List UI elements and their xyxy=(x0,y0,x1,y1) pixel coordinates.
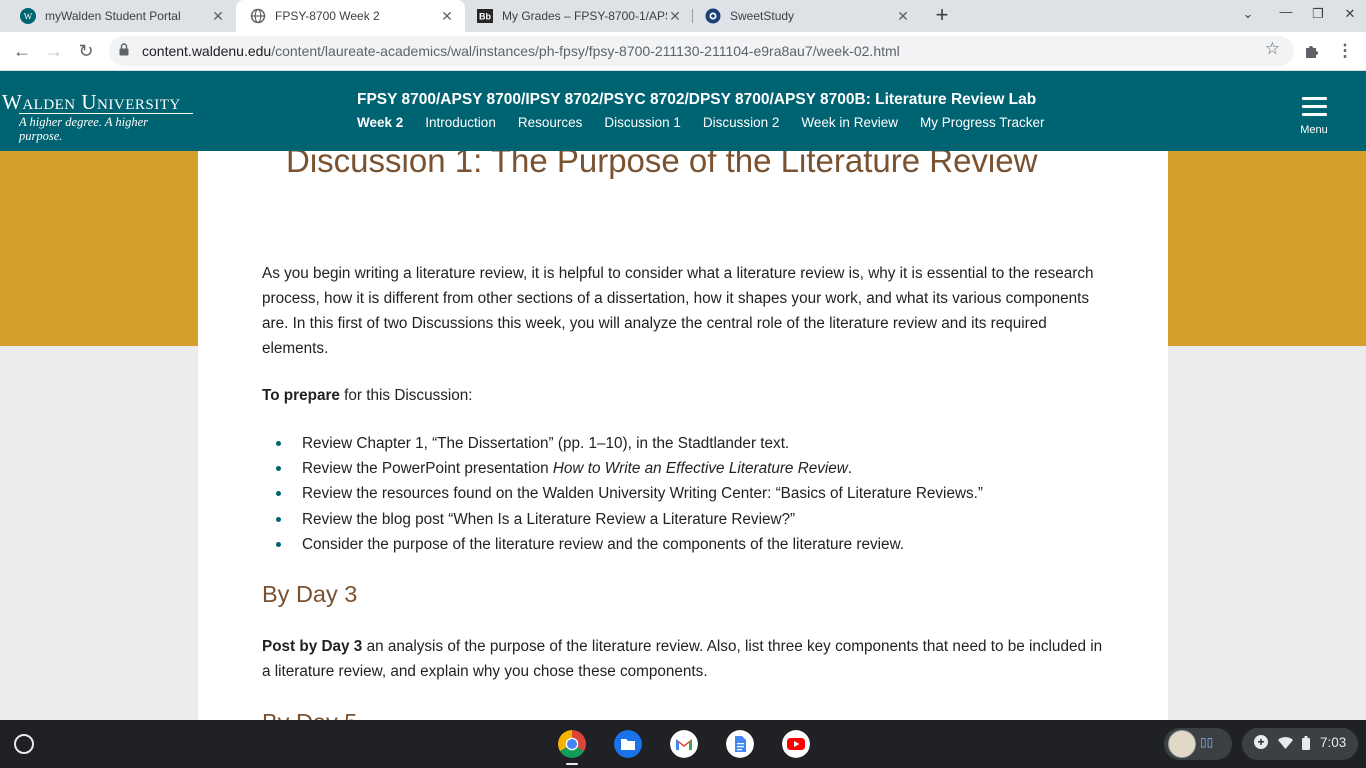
course-nav: Week 2 Introduction Resources Discussion… xyxy=(357,115,1045,130)
prepare-line: To prepare for this Discussion: xyxy=(262,383,1107,408)
nav-discussion-2[interactable]: Discussion 2 xyxy=(703,115,780,130)
url-host: content.waldenu.edu xyxy=(142,43,272,59)
close-icon[interactable]: ✕ xyxy=(895,8,911,25)
logo-tagline: A higher degree. A higher purpose. xyxy=(19,113,193,143)
url-text[interactable]: content.waldenu.edu/content/laureate-aca… xyxy=(142,43,900,59)
tab-week2[interactable]: FPSY-8700 Week 2 ✕ xyxy=(236,0,465,32)
bullet-icon xyxy=(276,441,281,446)
clock[interactable]: 7:03 xyxy=(1320,735,1346,750)
page-viewport: Discussion 1: The Purpose of the Literat… xyxy=(0,71,1366,720)
list-item-text: Review the resources found on the Walden… xyxy=(302,485,983,503)
list-item-text: Review the blog post “When Is a Literatu… xyxy=(302,510,796,528)
launcher-icon[interactable] xyxy=(14,734,34,754)
browser-toolbar: ← → ↻ content.waldenu.edu/content/laurea… xyxy=(0,32,1366,71)
notification-icon: + xyxy=(1254,735,1268,749)
bullet-icon xyxy=(276,466,281,472)
blackboard-icon: Bb xyxy=(477,9,493,23)
tab-mywalden[interactable]: W myWalden Student Portal ✕ xyxy=(0,0,236,32)
list-item: Review the blog post “When Is a Literatu… xyxy=(262,507,1107,532)
close-icon[interactable]: ✕ xyxy=(439,8,455,25)
url-path: /content/laureate-academics/wal/instance… xyxy=(271,43,900,59)
tab-search-icon[interactable]: ⌄ xyxy=(1238,6,1258,22)
bullet-icon xyxy=(276,516,281,522)
docs-icon[interactable] xyxy=(726,730,754,758)
tab-title: SweetStudy xyxy=(730,9,795,23)
os-shelf: ▯▯ + 7:03 xyxy=(0,720,1366,768)
tab-title: myWalden Student Portal xyxy=(45,9,181,23)
tab-strip: W myWalden Student Portal ✕ FPSY-8700 We… xyxy=(0,0,1366,32)
globe-icon xyxy=(250,8,266,24)
hamburger-icon xyxy=(1301,97,1327,117)
active-app-indicator xyxy=(566,763,578,765)
more-menu-icon[interactable]: ⋮ xyxy=(1333,39,1357,63)
list-item: Review Chapter 1, “The Dissertation” (pp… xyxy=(262,431,1107,456)
extensions-icon[interactable] xyxy=(1303,43,1320,60)
tab-title: FPSY-8700 Week 2 xyxy=(275,9,380,23)
youtube-icon[interactable] xyxy=(782,730,810,758)
nav-resources[interactable]: Resources xyxy=(518,115,583,130)
intro-paragraph: As you begin writing a literature review… xyxy=(262,265,1094,357)
minimize-icon[interactable]: — xyxy=(1276,4,1296,19)
close-window-icon[interactable]: ✕ xyxy=(1340,6,1360,22)
nav-week-2[interactable]: Week 2 xyxy=(357,115,403,130)
new-tab-button[interactable]: + xyxy=(930,4,954,28)
course-title: FPSY 8700/APSY 8700/IPSY 8702/PSYC 8702/… xyxy=(357,91,1037,108)
prepare-list: Review Chapter 1, “The Dissertation” (pp… xyxy=(262,431,1107,557)
day3-heading: By Day 3 xyxy=(262,581,358,607)
forward-icon[interactable]: → xyxy=(42,39,66,63)
nav-discussion-1[interactable]: Discussion 1 xyxy=(604,115,681,130)
close-icon[interactable]: ✕ xyxy=(210,8,226,25)
screen-capture-icon: ▯▯ xyxy=(1200,735,1214,749)
day5-heading: By Day 5 xyxy=(262,707,357,720)
prepare-bold: To prepare xyxy=(262,387,340,404)
gmail-icon[interactable] xyxy=(670,730,698,758)
logo-name: Walden University xyxy=(2,90,181,114)
bookmark-star-icon[interactable]: ☆ xyxy=(1265,39,1280,59)
list-item-text-end: . xyxy=(847,460,853,478)
lock-icon xyxy=(119,43,129,56)
bullet-icon xyxy=(276,541,281,547)
close-icon[interactable]: ✕ xyxy=(667,8,683,25)
prepare-rest: for this Discussion: xyxy=(339,387,473,404)
battery-icon xyxy=(1302,736,1310,750)
walden-logo[interactable]: Walden University A higher degree. A hig… xyxy=(2,91,193,143)
holding-space-tray[interactable]: ▯▯ xyxy=(1164,728,1232,760)
avatar xyxy=(1168,730,1196,758)
list-item-text: Review the PowerPoint presentation xyxy=(302,460,553,478)
list-item-emphasis: How to Write an Effective Literature Rev… xyxy=(552,460,848,478)
svg-text:Bb: Bb xyxy=(479,12,491,22)
nav-introduction[interactable]: Introduction xyxy=(425,115,496,130)
nav-week-in-review[interactable]: Week in Review xyxy=(801,115,898,130)
tab-separator xyxy=(692,9,693,23)
list-item: Review the PowerPoint presentation How t… xyxy=(262,456,1107,481)
restore-icon[interactable]: ❐ xyxy=(1308,6,1328,22)
day3-bold: Post by Day 3 xyxy=(262,638,363,655)
list-item-text: Review Chapter 1, “The Dissertation” (pp… xyxy=(302,435,790,452)
day3-rest: an analysis of the purpose of the litera… xyxy=(262,638,1103,680)
address-bar[interactable]: content.waldenu.edu/content/laureate-aca… xyxy=(109,36,1294,66)
reload-icon[interactable]: ↻ xyxy=(74,39,98,63)
list-item: Consider the purpose of the literature r… xyxy=(262,532,1107,557)
tab-title: My Grades – FPSY-8700-1/APSY-8 xyxy=(502,9,667,23)
wifi-icon xyxy=(1278,737,1293,749)
walden-icon: W xyxy=(20,8,36,24)
files-icon[interactable] xyxy=(614,730,642,758)
list-item-text: Consider the purpose of the literature r… xyxy=(302,535,905,553)
nav-progress-tracker[interactable]: My Progress Tracker xyxy=(920,115,1045,130)
chrome-icon[interactable] xyxy=(558,730,586,758)
menu-label: Menu xyxy=(1300,124,1328,136)
day3-paragraph: Post by Day 3 an analysis of the purpose… xyxy=(262,634,1107,684)
menu-button[interactable]: Menu xyxy=(1298,97,1330,136)
svg-text:W: W xyxy=(24,12,33,22)
back-icon[interactable]: ← xyxy=(10,39,34,63)
site-header: Walden University A higher degree. A hig… xyxy=(0,71,1366,151)
sweetstudy-icon xyxy=(705,8,721,24)
tab-my-grades[interactable]: Bb My Grades – FPSY-8700-1/APSY-8 ✕ xyxy=(465,0,693,32)
bullet-icon xyxy=(276,491,281,497)
tab-sweetstudy[interactable]: SweetStudy ✕ xyxy=(693,0,921,32)
list-item: Review the resources found on the Walden… xyxy=(262,481,1107,506)
